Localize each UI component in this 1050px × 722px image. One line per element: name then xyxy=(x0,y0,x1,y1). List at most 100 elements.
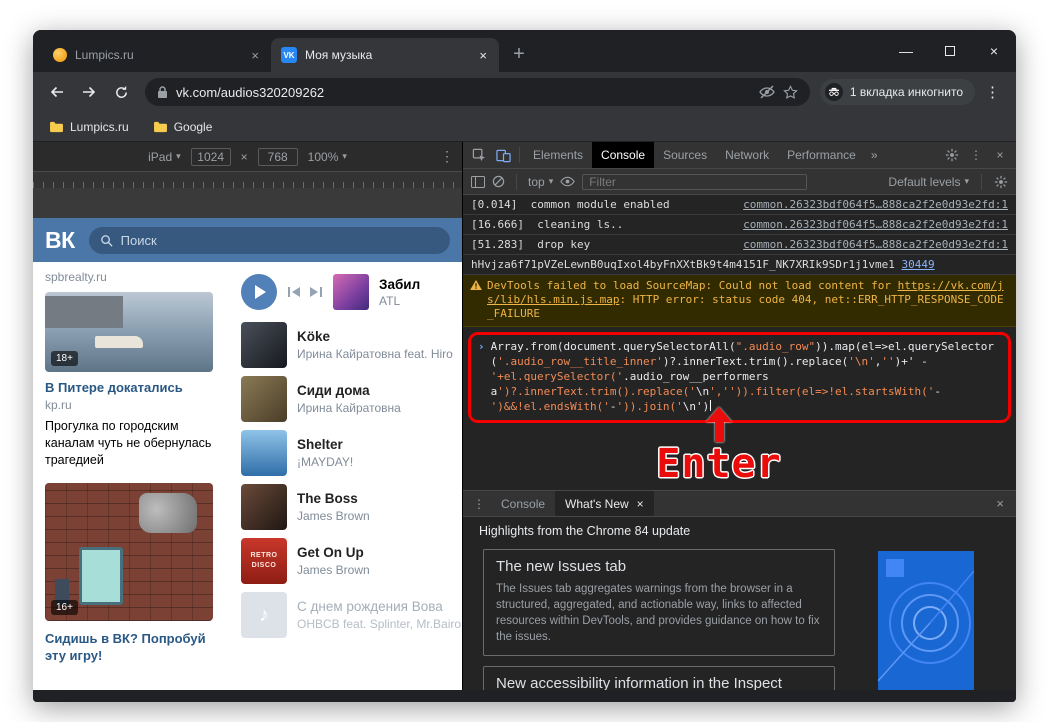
song-row[interactable]: KökeИрина Кайратовна feat. Hiro xyxy=(241,318,462,372)
console-input-code[interactable]: Array.from(document.querySelectorAll(".a… xyxy=(491,339,1000,414)
console-link[interactable]: 30449 xyxy=(901,258,934,271)
execution-context-select[interactable]: top▾ xyxy=(528,175,553,189)
address-bar[interactable]: vk.com/audios320209262 xyxy=(145,78,810,106)
next-track-icon[interactable] xyxy=(309,286,323,298)
chevron-down-icon: ▾ xyxy=(964,176,969,187)
devtools-settings-button[interactable] xyxy=(940,142,964,168)
ad-source-label: spbrealty.ru xyxy=(45,270,215,284)
separator xyxy=(981,174,982,190)
audio-player: Забил ATL xyxy=(241,266,462,318)
song-title: Get On Up xyxy=(297,545,462,560)
device-toolbar-toggle-button[interactable] xyxy=(491,142,515,168)
browser-tab-vk-music[interactable]: VK Моя музыка × xyxy=(271,38,499,72)
vk-music-main: Забил ATL KökeИрина Кайратовна feat. Hir… xyxy=(225,262,462,690)
console-warning: DevTools failed to load SourceMap: Could… xyxy=(463,275,1016,327)
eye-off-icon[interactable] xyxy=(759,84,775,100)
devtools-tab-network[interactable]: Network xyxy=(716,142,778,168)
song-title: С днем рождения Вова xyxy=(297,599,462,614)
console-input[interactable]: › Array.from(document.querySelectorAll("… xyxy=(468,332,1011,423)
bookmark-item-google[interactable]: Google xyxy=(153,120,213,134)
song-row[interactable]: Сиди домаИрина Кайратовна xyxy=(241,372,462,426)
devtools-tab-sources[interactable]: Sources xyxy=(654,142,716,168)
song-row[interactable]: Shelter¡MAYDAY! xyxy=(241,426,462,480)
inspect-element-button[interactable] xyxy=(467,142,491,168)
bookmark-star-icon[interactable] xyxy=(783,85,798,100)
whats-new-card: The new Issues tabThe Issues tab aggrega… xyxy=(483,549,835,656)
song-artist: ¡MAYDAY! xyxy=(297,455,462,469)
text-cursor xyxy=(710,400,711,411)
album-art-label: RETRO DISCO xyxy=(241,551,287,571)
console-message: [16.666] cleaning ls..common.26323bdf064… xyxy=(463,215,1016,235)
chevron-down-icon: ▾ xyxy=(342,151,347,162)
reload-button[interactable] xyxy=(107,78,135,106)
tab-close-icon[interactable]: × xyxy=(477,48,489,63)
console-source-link[interactable]: common.26323bdf064f5…888ca2f2e0d93e2fd:1 xyxy=(743,218,1008,231)
browser-window: Lumpics.ru × VK Моя музыка × + — × xyxy=(33,30,1016,702)
console-source-link[interactable]: common.26323bdf064f5…888ca2f2e0d93e2fd:1 xyxy=(743,198,1008,211)
device-height-input[interactable]: 768 xyxy=(258,148,298,166)
search-icon xyxy=(100,234,113,247)
ad-image-canal[interactable]: 18+ xyxy=(45,292,213,372)
more-tabs-icon[interactable]: » xyxy=(865,148,884,162)
maximize-button[interactable] xyxy=(928,30,972,72)
devtools-tab-console[interactable]: Console xyxy=(592,142,654,168)
chevron-down-icon: ▾ xyxy=(549,176,554,187)
reload-icon xyxy=(114,85,129,100)
device-width-input[interactable]: 1024 xyxy=(191,148,231,166)
zoom-select[interactable]: 100%▾ xyxy=(308,150,347,164)
tab-close-icon[interactable]: × xyxy=(249,48,261,63)
forward-button[interactable] xyxy=(75,78,103,106)
play-button[interactable] xyxy=(241,274,277,310)
devtools-drawer: ⋮ Console What's New × × Highlights from… xyxy=(463,490,1016,690)
clear-console-icon[interactable] xyxy=(492,175,505,188)
ad-title-link[interactable]: В Питере докатались xyxy=(45,380,215,395)
lumpics-favicon-icon xyxy=(53,48,67,62)
album-art xyxy=(241,322,287,368)
drawer-tab-whats-new[interactable]: What's New × xyxy=(555,491,654,516)
folder-icon xyxy=(49,121,64,133)
current-track-artist[interactable]: ATL xyxy=(379,294,420,308)
game-ad-title-link[interactable]: Сидишь в ВК? Попробуй эту игру! xyxy=(45,631,215,665)
device-select[interactable]: iPad▾ xyxy=(148,150,181,164)
new-tab-button[interactable]: + xyxy=(505,40,533,68)
vk-body: spbrealty.ru 18+ В Питере докатались kp.… xyxy=(33,262,462,690)
incognito-badge-label: 1 вкладка инкогнито xyxy=(850,85,963,99)
log-levels-select[interactable]: Default levels▾ xyxy=(888,175,969,189)
song-title: The Boss xyxy=(297,491,462,506)
console-sidebar-icon[interactable] xyxy=(471,176,485,188)
browser-tab-lumpics[interactable]: Lumpics.ru × xyxy=(43,38,271,72)
tab-close-icon[interactable]: × xyxy=(637,497,644,511)
console-message-text: [0.014] common module enabled xyxy=(471,198,733,211)
devtools-menu-icon[interactable]: ⋮ xyxy=(964,142,988,168)
whats-new-header: Highlights from the Chrome 84 update xyxy=(463,517,1016,545)
console-panel: [0.014] common module enabled common.2632… xyxy=(463,195,1016,490)
vk-logo[interactable]: ВК xyxy=(45,227,75,254)
tab-title: Lumpics.ru xyxy=(75,48,241,62)
minimize-button[interactable]: — xyxy=(884,30,928,72)
drawer-menu-icon[interactable]: ⋮ xyxy=(467,491,491,516)
previous-track-icon[interactable] xyxy=(287,286,301,298)
device-toolbar-menu-icon[interactable]: ⋮ xyxy=(440,148,454,165)
ad-image-game[interactable]: 16+ xyxy=(45,483,213,621)
devtools-tab-elements[interactable]: Elements xyxy=(524,142,592,168)
drawer-tab-console[interactable]: Console xyxy=(491,491,555,516)
devtools-tab-performance[interactable]: Performance xyxy=(778,142,865,168)
devtools-close-button[interactable]: × xyxy=(988,142,1012,168)
song-row[interactable]: The BossJames Brown xyxy=(241,480,462,534)
back-arrow-icon xyxy=(49,84,65,100)
console-message-text: hHvjza6f71pVZeLewnB0uqIxol4byFnXXtBk9t4m… xyxy=(471,258,901,271)
song-row[interactable]: ♪С днем рождения ВоваOHBCB feat. Splinte… xyxy=(241,588,462,642)
bookmark-item-lumpics[interactable]: Lumpics.ru xyxy=(49,120,129,134)
console-filter-input[interactable]: Filter xyxy=(582,174,807,190)
tab-title: Моя музыка xyxy=(305,48,469,62)
song-row[interactable]: RETRO DISCOGet On UpJames Brown xyxy=(241,534,462,588)
screen: Lumpics.ru × VK Моя музыка × + — × xyxy=(0,0,1050,722)
console-settings-gear-icon[interactable] xyxy=(994,175,1008,189)
back-button[interactable] xyxy=(43,78,71,106)
console-source-link[interactable]: common.26323bdf064f5…888ca2f2e0d93e2fd:1 xyxy=(743,238,1008,251)
browser-menu-icon[interactable]: ⋮ xyxy=(979,83,1006,101)
live-expression-eye-icon[interactable] xyxy=(560,176,575,187)
close-window-button[interactable]: × xyxy=(972,30,1016,72)
drawer-close-button[interactable]: × xyxy=(988,496,1012,511)
vk-search-input[interactable]: Поиск xyxy=(89,227,450,254)
